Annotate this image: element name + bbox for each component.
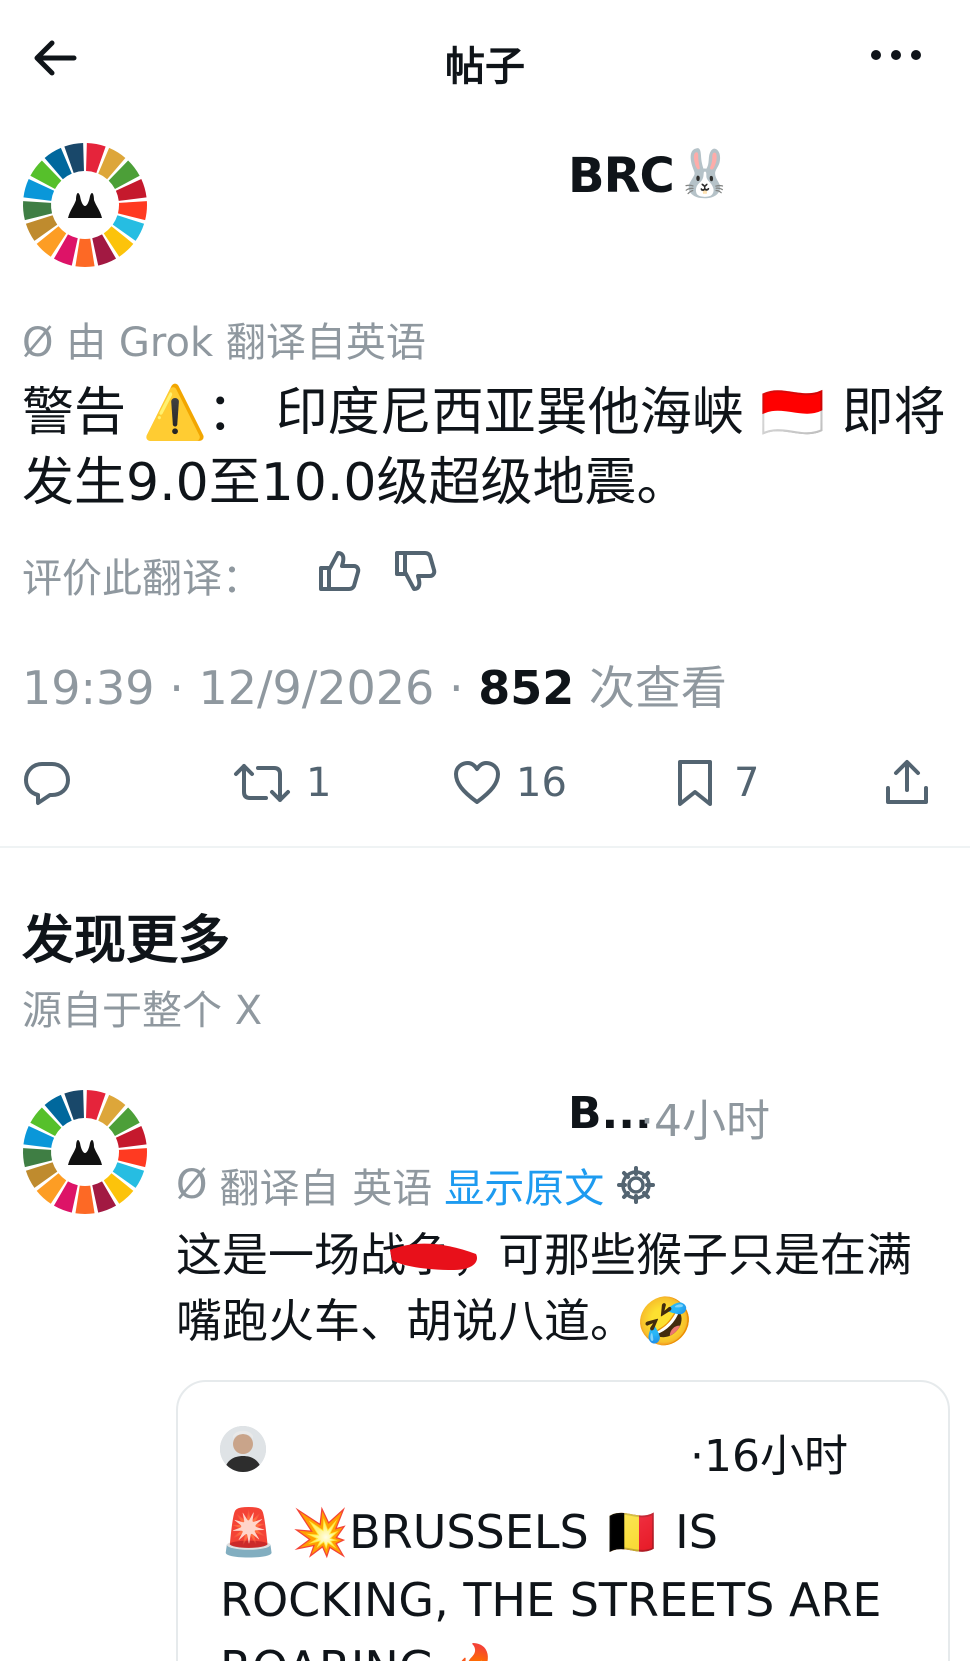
bookmark-button[interactable]: 7 — [670, 758, 759, 808]
bookmark-icon — [678, 760, 712, 806]
more-button[interactable] — [866, 40, 926, 70]
wheel-segment — [75, 1185, 95, 1214]
section-divider — [0, 846, 970, 848]
author-name[interactable]: BRC — [568, 148, 675, 204]
sdg-wheel-logo — [23, 143, 147, 267]
recommended-post-text: 这是一场战争，可那些猴子只是在满嘴跑火车、胡说八道。🤣 — [176, 1228, 912, 1348]
slash-circle-icon: Ø — [176, 1162, 208, 1208]
quoted-post-time: ·16小时 — [690, 1431, 848, 1482]
post-time: 19:39 — [22, 661, 155, 715]
wheel-segment — [75, 238, 95, 267]
red-scribble-redaction — [390, 1243, 478, 1270]
show-original-link[interactable]: 显示原文 — [444, 1156, 604, 1214]
recommended-translation-bar: Ø 翻译自 英语 显示原文 — [176, 1156, 656, 1214]
discover-subtitle: 源自于整个 X — [22, 988, 263, 1034]
retweet-count: 1 — [306, 760, 332, 806]
person-avatar-image — [220, 1426, 266, 1472]
post-meta: 19:39 · 12/9/2026 · 852 次查看 — [22, 661, 727, 715]
thumbs-down-icon — [395, 551, 437, 591]
retweet-button[interactable]: 1 — [232, 758, 331, 808]
views-count: 852 — [478, 661, 575, 715]
gear-icon[interactable] — [616, 1165, 656, 1205]
reply-button[interactable] — [22, 758, 86, 808]
discover-title: 发现更多 — [22, 911, 231, 971]
rate-translation-label: 评价此翻译： — [22, 556, 262, 602]
post-text: 警告 ⚠️： 印度尼西亚巽他海峡 🇮🇩 即将发生9.0至10.0级超级地震。 — [22, 383, 946, 513]
post-date: 12/9/2026 — [198, 661, 435, 715]
recommended-time: ·4小时 — [640, 1096, 770, 1147]
retweet-icon — [234, 764, 290, 802]
author-avatar[interactable] — [20, 140, 150, 270]
thumbs-up-icon — [319, 551, 361, 591]
recommended-author-avatar[interactable] — [20, 1087, 150, 1217]
reply-icon — [24, 762, 70, 805]
page-title: 帖子 — [445, 44, 525, 90]
translation-note-text: 由 Grok 翻译自英语 — [66, 320, 426, 366]
thumbs-up-button[interactable] — [316, 548, 362, 594]
share-icon — [886, 760, 928, 804]
author-emoji: 🐰 — [676, 146, 734, 200]
quoted-post-text: 🚨 💥BRUSSELS 🇧🇪 IS ROCKING, THE STREETS A… — [220, 1505, 882, 1661]
translation-note: Ø 由 Grok 翻译自英语 — [22, 310, 426, 368]
slash-circle-icon: Ø — [22, 320, 54, 366]
thumbs-down-button[interactable] — [392, 548, 438, 594]
bookmark-count: 7 — [734, 760, 760, 806]
share-button[interactable] — [882, 758, 932, 808]
views-label: 次查看 — [588, 661, 727, 715]
translation-label: 翻译自 英语 — [219, 1166, 433, 1212]
sdg-wheel-logo — [23, 1090, 147, 1214]
more-horizontal-icon — [871, 50, 921, 60]
heart-icon — [454, 761, 500, 804]
quoted-author-avatar[interactable] — [220, 1426, 266, 1472]
like-count: 16 — [516, 760, 567, 806]
like-button[interactable]: 16 — [452, 758, 567, 808]
